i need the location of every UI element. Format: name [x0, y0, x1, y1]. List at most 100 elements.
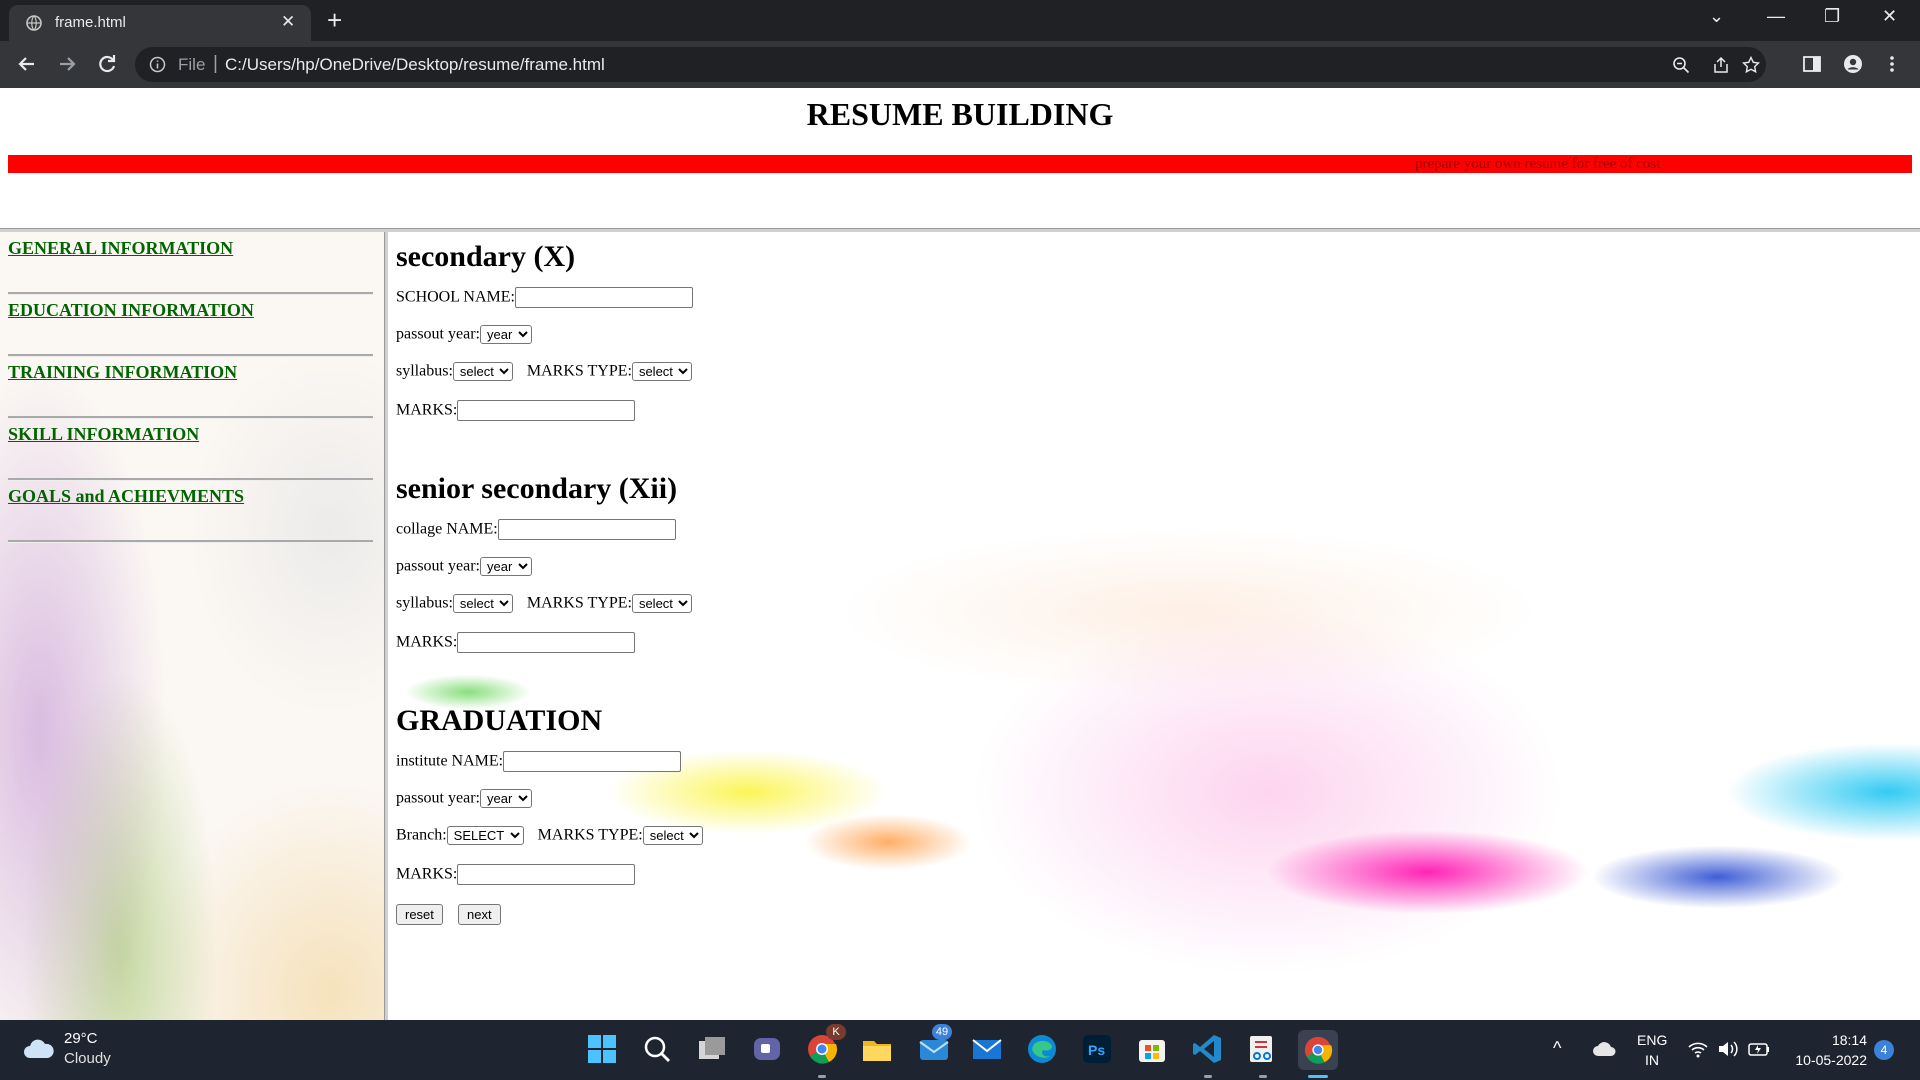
close-tab-icon[interactable]: ✕: [281, 12, 295, 32]
windows-taskbar: 29°C Cloudy K 49 Ps ^ ENG IN 18:14 10-05…: [0, 1020, 1920, 1080]
browser-tab[interactable]: frame.html ✕: [9, 5, 311, 41]
graduation-marks-row: MARKS:: [396, 864, 636, 885]
address-bar[interactable]: File | C:/Users/hp/OneDrive/Desktop/resu…: [135, 47, 1766, 82]
secondary-passout-year-select[interactable]: year: [479, 325, 532, 344]
branch-label: Branch:: [396, 826, 447, 844]
teams-chat-icon[interactable]: [750, 1032, 784, 1066]
photoshop-icon[interactable]: Ps: [1080, 1032, 1114, 1066]
nav-item-training: TRAINING INFORMATION: [8, 356, 373, 418]
college-name-row: collage NAME:: [396, 519, 676, 540]
education-form-frame: secondary (X) SCHOOL NAME: passout year:…: [388, 232, 1920, 1020]
clock-date[interactable]: 10-05-2022: [1787, 1052, 1867, 1068]
graduation-passout-row: passout year: year: [396, 789, 532, 808]
senior-passout-year-select[interactable]: year: [479, 557, 532, 576]
chrome-active-tile[interactable]: [1298, 1030, 1338, 1070]
nav-link-training-information[interactable]: TRAINING INFORMATION: [8, 362, 237, 383]
notification-count-badge[interactable]: 4: [1874, 1040, 1894, 1060]
senior-marks-input[interactable]: [457, 632, 636, 653]
secondary-marks-type-select[interactable]: select: [631, 362, 692, 381]
microsoft-store-icon[interactable]: [1135, 1032, 1169, 1066]
passout-year-label: passout year:: [396, 557, 480, 575]
nav-link-education-information[interactable]: EDUCATION INFORMATION: [8, 300, 254, 321]
secondary-syllabus-row: syllabus: select MARKS TYPE: select: [396, 362, 692, 381]
page-viewport: RESUME BUILDING prepare your own resume …: [0, 88, 1920, 1020]
tab-search-chevron-icon[interactable]: ⌄: [1709, 6, 1724, 27]
clock-time[interactable]: 18:14: [1787, 1032, 1867, 1048]
marquee-banner: prepare your own resume for free of cost: [8, 155, 1912, 173]
close-window-button[interactable]: ✕: [1882, 6, 1897, 27]
restore-button[interactable]: ❐: [1824, 6, 1840, 27]
graduation-marks-type-select[interactable]: select: [642, 826, 703, 845]
mail-icon[interactable]: [970, 1032, 1004, 1066]
side-panel-icon[interactable]: [1802, 54, 1822, 74]
svg-text:Ps: Ps: [1088, 1042, 1105, 1058]
zoom-icon[interactable]: [1672, 56, 1690, 74]
passout-year-label: passout year:: [396, 789, 480, 807]
forward-arrow-icon[interactable]: [54, 51, 80, 77]
volume-icon[interactable]: [1717, 1040, 1739, 1058]
syllabus-label: syllabus:: [396, 362, 453, 380]
back-arrow-icon[interactable]: [14, 51, 40, 77]
nav-link-skill-information[interactable]: SKILL INFORMATION: [8, 424, 199, 445]
school-name-row: SCHOOL NAME:: [396, 287, 693, 308]
marks-type-label: MARKS TYPE:: [526, 362, 632, 380]
browser-toolbar: File | C:/Users/hp/OneDrive/Desktop/resu…: [0, 41, 1920, 88]
battery-icon[interactable]: [1748, 1040, 1770, 1058]
tab-title: frame.html: [55, 14, 126, 31]
secondary-syllabus-select[interactable]: select: [452, 362, 513, 381]
language-indicator[interactable]: ENG: [1637, 1032, 1667, 1048]
graduation-marks-input[interactable]: [457, 864, 636, 885]
chrome-icon: [1304, 1036, 1333, 1064]
windows-start-icon[interactable]: [585, 1032, 619, 1066]
share-icon[interactable]: [1712, 56, 1730, 74]
nav-item-goals: GOALS and ACHIEVMENTS: [8, 480, 373, 542]
secondary-marks-input[interactable]: [457, 400, 636, 421]
nav-item-education: EDUCATION INFORMATION: [8, 294, 373, 356]
url-text[interactable]: C:/Users/hp/OneDrive/Desktop/resume/fram…: [225, 55, 605, 75]
running-indicator: [1204, 1075, 1212, 1078]
next-button[interactable]: next: [458, 904, 501, 925]
senior-marks-row: MARKS:: [396, 632, 636, 653]
minimize-button[interactable]: —: [1767, 6, 1785, 27]
marks-label: MARKS:: [396, 401, 458, 419]
snipping-tool-icon[interactable]: [1245, 1032, 1279, 1066]
edge-icon[interactable]: [1025, 1032, 1059, 1066]
vscode-icon[interactable]: [1190, 1032, 1224, 1066]
menu-dots-icon[interactable]: [1882, 54, 1902, 74]
senior-syllabus-select[interactable]: select: [452, 594, 513, 613]
task-view-icon[interactable]: [695, 1032, 729, 1066]
bookmark-star-icon[interactable]: [1742, 56, 1760, 74]
show-hidden-icons-chevron-icon[interactable]: ^: [1553, 1038, 1561, 1059]
url-scheme-label: File: [178, 55, 206, 74]
secondary-heading: secondary (X): [396, 240, 576, 273]
school-name-input[interactable]: [514, 287, 693, 308]
college-name-label: collage NAME:: [396, 520, 498, 538]
onedrive-cloud-icon[interactable]: [1592, 1040, 1616, 1058]
weather-condition[interactable]: Cloudy: [64, 1050, 111, 1067]
nav-link-general-information[interactable]: GENERAL INFORMATION: [8, 238, 233, 259]
secondary-marks-row: MARKS:: [396, 400, 636, 421]
file-explorer-icon[interactable]: [860, 1032, 894, 1066]
cloud-weather-icon[interactable]: [22, 1036, 56, 1062]
region-indicator[interactable]: IN: [1637, 1052, 1667, 1068]
url-separator: |: [213, 53, 218, 74]
nav-link-goals-achievements[interactable]: GOALS and ACHIEVMENTS: [8, 486, 244, 507]
info-icon[interactable]: [149, 56, 166, 73]
reload-icon[interactable]: [94, 51, 120, 77]
institute-name-input[interactable]: [503, 751, 682, 772]
profile-icon[interactable]: [1843, 54, 1863, 74]
reset-button[interactable]: reset: [396, 904, 443, 925]
search-icon[interactable]: [640, 1032, 674, 1066]
marks-type-label: MARKS TYPE:: [537, 826, 643, 844]
graduation-passout-year-select[interactable]: year: [479, 789, 532, 808]
page-title: RESUME BUILDING: [806, 96, 1114, 132]
wifi-icon[interactable]: [1688, 1040, 1708, 1058]
college-name-input[interactable]: [497, 519, 676, 540]
weather-temperature[interactable]: 29°C: [64, 1030, 98, 1047]
syllabus-label: syllabus:: [396, 594, 453, 612]
nav-item-general: GENERAL INFORMATION: [8, 232, 373, 294]
new-tab-button[interactable]: +: [327, 5, 342, 36]
graduation-branch-select[interactable]: SELECT: [446, 826, 524, 845]
senior-marks-type-select[interactable]: select: [631, 594, 692, 613]
graduation-branch-row: Branch: SELECT MARKS TYPE: select: [396, 826, 703, 845]
